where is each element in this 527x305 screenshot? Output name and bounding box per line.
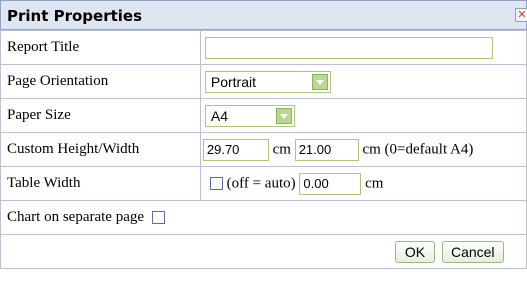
chevron-down-icon[interactable] — [275, 107, 292, 124]
cancel-button[interactable]: Cancel — [441, 240, 504, 263]
table-width-input[interactable]: 0.00 — [299, 172, 362, 195]
paper-size-value: A4 — [210, 107, 228, 124]
chevron-down-icon[interactable] — [311, 73, 328, 90]
row-paper-size: Paper Size A4 — [0, 98, 527, 133]
table-width-label: Table Width — [0, 166, 201, 201]
custom-height-unit: cm — [272, 141, 291, 157]
close-icon[interactable]: ✕ — [515, 8, 527, 22]
paper-size-label: Paper Size — [0, 98, 201, 133]
row-custom-size: Custom Height/Width 29.70 cm 21.00 cm (0… — [0, 132, 527, 167]
custom-height-input[interactable]: 29.70 — [202, 138, 269, 161]
row-table-width: Table Width (off = auto) 0.00 cm — [0, 166, 527, 201]
paper-size-select[interactable]: A4 — [204, 104, 295, 127]
row-chart-separate: Chart on separate page — [0, 200, 527, 235]
report-title-label: Report Title — [0, 30, 201, 65]
page-orientation-label: Page Orientation — [0, 64, 201, 99]
row-page-orientation: Page Orientation Portrait — [0, 64, 527, 99]
dialog-title: Print Properties — [7, 7, 143, 25]
table-width-auto-label: (off = auto) — [226, 175, 296, 191]
row-buttons: OK Cancel — [0, 234, 527, 269]
page-orientation-select[interactable]: Portrait — [204, 70, 331, 93]
page-orientation-value: Portrait — [210, 73, 256, 90]
dialog-titlebar: Print Properties ✕ — [0, 0, 527, 30]
table-width-auto-checkbox[interactable] — [209, 177, 223, 190]
row-report-title: Report Title — [0, 30, 527, 65]
print-properties-dialog: Print Properties ✕ Report Title Page Ori… — [0, 0, 527, 305]
chart-separate-label: Chart on separate page — [7, 209, 145, 226]
custom-width-unit: cm (0=default A4) — [362, 141, 474, 157]
custom-width-input[interactable]: 21.00 — [294, 138, 359, 161]
properties-table: Report Title Page Orientation Portrait P… — [0, 30, 527, 269]
table-width-unit: cm — [365, 175, 384, 191]
report-title-input[interactable] — [204, 36, 493, 59]
ok-button[interactable]: OK — [395, 240, 435, 263]
chart-separate-checkbox[interactable] — [151, 211, 165, 225]
custom-size-label: Custom Height/Width — [0, 132, 201, 167]
